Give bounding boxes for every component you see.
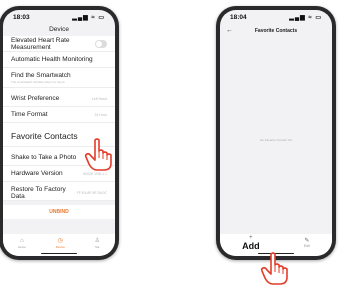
- favorite-contacts-screen: 18:04 ▂▄▆ ≈ ▭ ← Favorite Contacts No Fav…: [220, 10, 332, 256]
- add-label: Add: [242, 241, 260, 251]
- status-icons: ▂▄▆ ≈ ▭: [72, 14, 105, 21]
- row-automatic-health-monitoring[interactable]: Automatic Health Monitoring: [3, 52, 115, 68]
- row-value: FF:EA:8F:8F:36:0C: [76, 190, 107, 195]
- status-time: 18:04: [230, 13, 247, 21]
- row-label: Favorite Contacts: [11, 131, 78, 141]
- row-sublabel: The smartwatch vibrates when it's found: [11, 79, 65, 84]
- tab-device[interactable]: ◷ Device: [56, 238, 65, 249]
- row-value: Left Hand: [91, 96, 107, 101]
- tab-label: Device: [55, 244, 65, 249]
- tab-label: Me: [95, 244, 100, 249]
- status-time: 18:03: [13, 13, 30, 21]
- page-title: Device: [49, 26, 69, 33]
- row-label: Time Format: [11, 111, 48, 118]
- home-icon: ⌂: [20, 237, 24, 244]
- phone-device-settings: 18:03 ▂▄▆ ≈ ▭ Device Elevated Heart Rate…: [0, 6, 119, 260]
- watch-icon: ◷: [57, 237, 63, 244]
- status-icons: ▂▄▆ ≈ ▭: [289, 14, 322, 21]
- row-label: Elevated Heart Rate Measurement: [11, 36, 70, 51]
- row-label: Wrist Preference: [11, 95, 60, 102]
- settings-list: Elevated Heart Rate Measurement Automati…: [3, 36, 115, 201]
- home-indicator: [41, 252, 77, 254]
- page-header: ← Favorite Contacts: [220, 24, 332, 38]
- page-title: Favorite Contacts: [254, 28, 298, 34]
- row-value: 24 Hour: [94, 112, 107, 117]
- tab-home[interactable]: ⌂ Home: [18, 238, 26, 249]
- row-find-smartwatch[interactable]: Find the Smartwatch The smartwatch vibra…: [3, 68, 115, 88]
- empty-state-text: No Favorite Contact Yet: [260, 138, 292, 142]
- row-value: IM02E-V0B-1.1: [83, 171, 107, 176]
- row-time-format[interactable]: Time Format 24 Hour: [3, 107, 115, 123]
- back-arrow-icon[interactable]: ←: [226, 24, 233, 38]
- add-contact-button[interactable]: + Add: [242, 235, 260, 251]
- row-label: Shake to Take a Photo: [11, 154, 77, 161]
- edit-label: Edit: [303, 244, 310, 248]
- tab-label: Home: [17, 244, 26, 249]
- row-label: Find the Smartwatch: [11, 71, 71, 79]
- unbind-button[interactable]: UNBIND: [3, 205, 115, 219]
- row-wrist-preference[interactable]: Wrist Preference Left Hand: [3, 91, 115, 107]
- status-bar: 18:04 ▂▄▆ ≈ ▭: [220, 10, 332, 24]
- edit-contacts-button[interactable]: ✎ Edit: [304, 238, 310, 248]
- hand-pointer-icon: [84, 138, 112, 171]
- tab-me[interactable]: ♙ Me: [95, 238, 100, 249]
- row-elevated-heart-rate[interactable]: Elevated Heart Rate Measurement: [3, 36, 115, 52]
- status-bar: 18:03 ▂▄▆ ≈ ▭: [3, 10, 115, 24]
- row-label: Restore To Factory Data: [11, 185, 66, 200]
- row-label: Hardware Version: [11, 170, 63, 177]
- person-icon: ♙: [94, 237, 101, 244]
- row-label: Automatic Health Monitoring: [11, 56, 93, 63]
- device-settings-screen: 18:03 ▂▄▆ ≈ ▭ Device Elevated Heart Rate…: [3, 10, 115, 256]
- hand-pointer-icon: [260, 252, 288, 285]
- row-restore-factory[interactable]: Restore To Factory Data FF:EA:8F:8F:36:0…: [3, 185, 115, 201]
- phone-favorite-contacts: 18:04 ▂▄▆ ≈ ▭ ← Favorite Contacts No Fav…: [216, 6, 336, 260]
- heart-rate-toggle[interactable]: [95, 39, 107, 48]
